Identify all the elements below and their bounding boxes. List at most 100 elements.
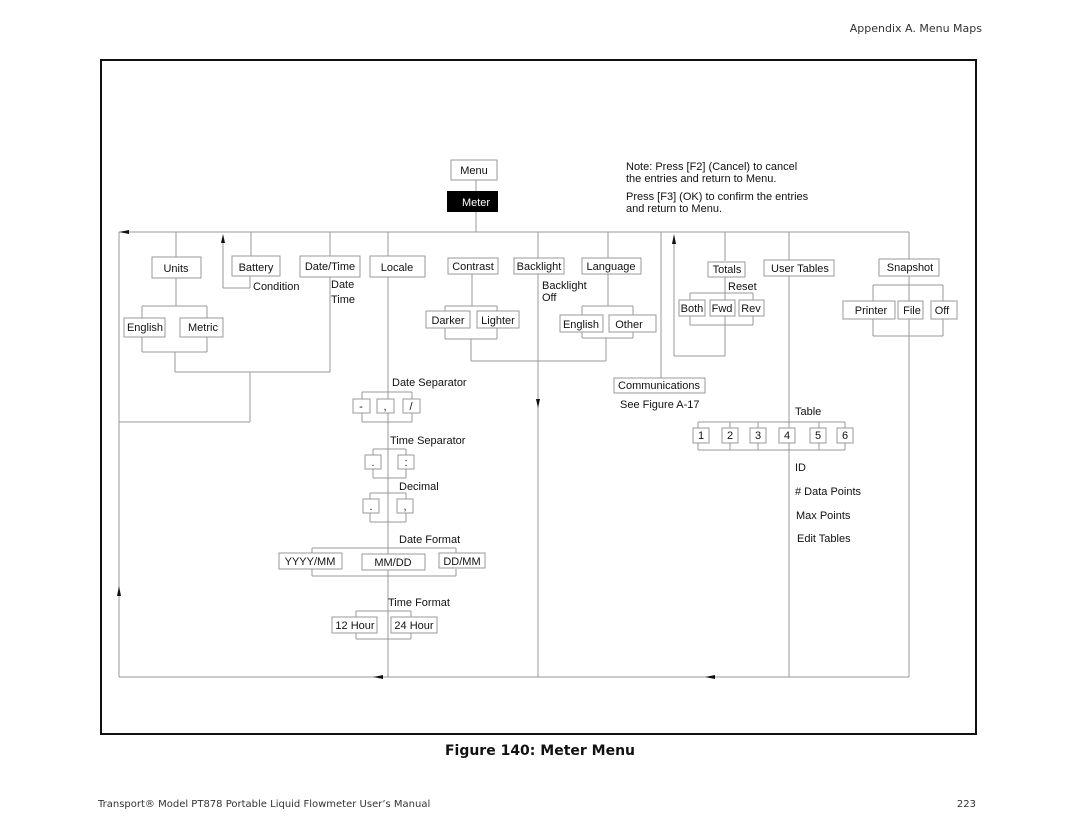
svg-text:Other: Other — [615, 319, 643, 331]
meter-menu-diagram: Menu Meter Note: Press [F2] (Cancel) to … — [117, 159, 958, 679]
snapshot-option-file[interactable]: File — [897, 300, 924, 320]
battery-node[interactable]: Battery — [231, 255, 281, 277]
units-node[interactable]: Units — [151, 256, 202, 279]
table-field: Max Points — [796, 510, 851, 522]
svg-text:5: 5 — [815, 430, 821, 442]
table-field: ID — [795, 462, 806, 474]
svg-text:English: English — [127, 322, 163, 334]
svg-text:User Tables: User Tables — [771, 263, 829, 275]
svg-text:Backlight: Backlight — [517, 261, 562, 273]
time-separator-option[interactable]: : — [397, 454, 415, 470]
date-separator-option[interactable]: , — [376, 398, 395, 414]
svg-text:Both: Both — [681, 303, 704, 315]
backlight-sub: Backlight — [542, 280, 587, 292]
table-label: Table — [795, 406, 821, 418]
svg-text:Locale: Locale — [381, 262, 413, 274]
totals-sub: Reset — [728, 281, 757, 293]
user-tables-node[interactable]: User Tables — [763, 259, 835, 277]
table-option[interactable]: 5 — [809, 427, 827, 444]
svg-text:,: , — [403, 501, 406, 513]
svg-text:24 Hour: 24 Hour — [394, 620, 433, 632]
date-format-option[interactable]: MM/DD — [361, 553, 426, 571]
svg-text:12 Hour: 12 Hour — [335, 620, 374, 632]
decimal-label: Decimal — [399, 481, 439, 493]
svg-text:1: 1 — [698, 430, 704, 442]
communications-node[interactable]: Communications — [613, 377, 706, 394]
contrast-option-darker[interactable]: Darker — [425, 310, 471, 329]
svg-text:Language: Language — [587, 261, 636, 273]
time-separator-option[interactable]: . — [364, 454, 382, 470]
svg-text::: : — [404, 457, 407, 469]
time-format-option[interactable]: 12 Hour — [331, 616, 378, 634]
menu-node[interactable]: Menu — [450, 159, 498, 181]
svg-text:,: , — [383, 401, 386, 413]
svg-text:MM/DD: MM/DD — [374, 557, 411, 569]
svg-text:Lighter: Lighter — [481, 315, 515, 327]
svg-text:English: English — [563, 319, 599, 331]
svg-text:Fwd: Fwd — [712, 303, 733, 315]
svg-text:Battery: Battery — [239, 262, 274, 274]
meter-node-selected[interactable]: Meter — [447, 191, 498, 212]
contrast-option-lighter[interactable]: Lighter — [476, 310, 520, 329]
svg-text:Printer: Printer — [855, 305, 888, 317]
totals-option-both[interactable]: Both — [678, 299, 706, 317]
svg-text:4: 4 — [784, 430, 790, 442]
table-option[interactable]: 6 — [836, 427, 854, 444]
decimal-option[interactable]: . — [362, 498, 380, 514]
locale-node[interactable]: Locale — [369, 255, 426, 278]
table-option[interactable]: 4 — [778, 427, 796, 444]
backlight-sub: Off — [542, 292, 557, 304]
language-option-english[interactable]: English — [559, 314, 604, 333]
datetime-node[interactable]: Date/Time — [299, 255, 361, 278]
date-format-option[interactable]: DD/MM — [438, 552, 486, 569]
arrow-left-icon — [705, 675, 715, 679]
svg-text:Darker: Darker — [431, 315, 464, 327]
date-separator-option[interactable]: - — [352, 398, 371, 414]
totals-option-rev[interactable]: Rev — [738, 299, 765, 317]
svg-text:2: 2 — [727, 430, 733, 442]
language-option-other[interactable]: Other — [608, 314, 657, 333]
svg-text:Snapshot: Snapshot — [887, 262, 933, 274]
svg-text:File: File — [903, 305, 921, 317]
decimal-option[interactable]: , — [396, 498, 414, 514]
table-option[interactable]: 2 — [721, 427, 739, 444]
date-format-label: Date Format — [399, 534, 460, 546]
time-format-option[interactable]: 24 Hour — [390, 616, 438, 634]
table-option[interactable]: 1 — [692, 427, 710, 444]
totals-option-fwd[interactable]: Fwd — [709, 299, 736, 317]
svg-text:Metric: Metric — [188, 322, 218, 334]
svg-text:YYYY/MM: YYYY/MM — [285, 556, 336, 568]
date-format-option[interactable]: YYYY/MM — [278, 552, 343, 570]
communications-sub: See Figure A-17 — [620, 399, 700, 411]
contrast-node[interactable]: Contrast — [447, 257, 499, 275]
svg-text:.: . — [369, 501, 372, 513]
note-line: Note: Press [F2] (Cancel) to cancel — [626, 161, 797, 173]
svg-text:DD/MM: DD/MM — [443, 556, 480, 568]
arrow-down-icon — [536, 399, 540, 408]
snapshot-node[interactable]: Snapshot — [878, 258, 940, 277]
note-line: Press [F3] (OK) to confirm the entries — [626, 191, 809, 203]
totals-node[interactable]: Totals — [707, 261, 746, 278]
arrow-up-icon — [672, 234, 676, 244]
table-option[interactable]: 3 — [749, 427, 767, 444]
note-line: and return to Menu. — [626, 203, 722, 215]
note-line: the entries and return to Menu. — [626, 173, 776, 185]
snapshot-option-printer[interactable]: Printer — [842, 300, 896, 320]
svg-text:Meter: Meter — [462, 197, 490, 209]
table-field: Edit Tables — [797, 533, 851, 545]
date-separator-option[interactable]: / — [402, 398, 421, 414]
units-option-metric[interactable]: Metric — [179, 317, 224, 338]
page-number: 223 — [956, 799, 976, 810]
language-node[interactable]: Language — [581, 257, 642, 275]
svg-text:Units: Units — [163, 263, 189, 275]
svg-text:.: . — [371, 457, 374, 469]
svg-text:Date/Time: Date/Time — [305, 261, 355, 273]
date-separator-label: Date Separator — [392, 377, 467, 389]
datetime-sub: Time — [331, 294, 355, 306]
arrow-up-icon — [221, 234, 225, 243]
battery-sub: Condition — [253, 281, 299, 293]
backlight-node[interactable]: Backlight — [513, 257, 565, 275]
time-format-label: Time Format — [388, 597, 450, 609]
units-option-english[interactable]: English — [123, 317, 166, 338]
snapshot-option-off[interactable]: Off — [930, 300, 958, 320]
